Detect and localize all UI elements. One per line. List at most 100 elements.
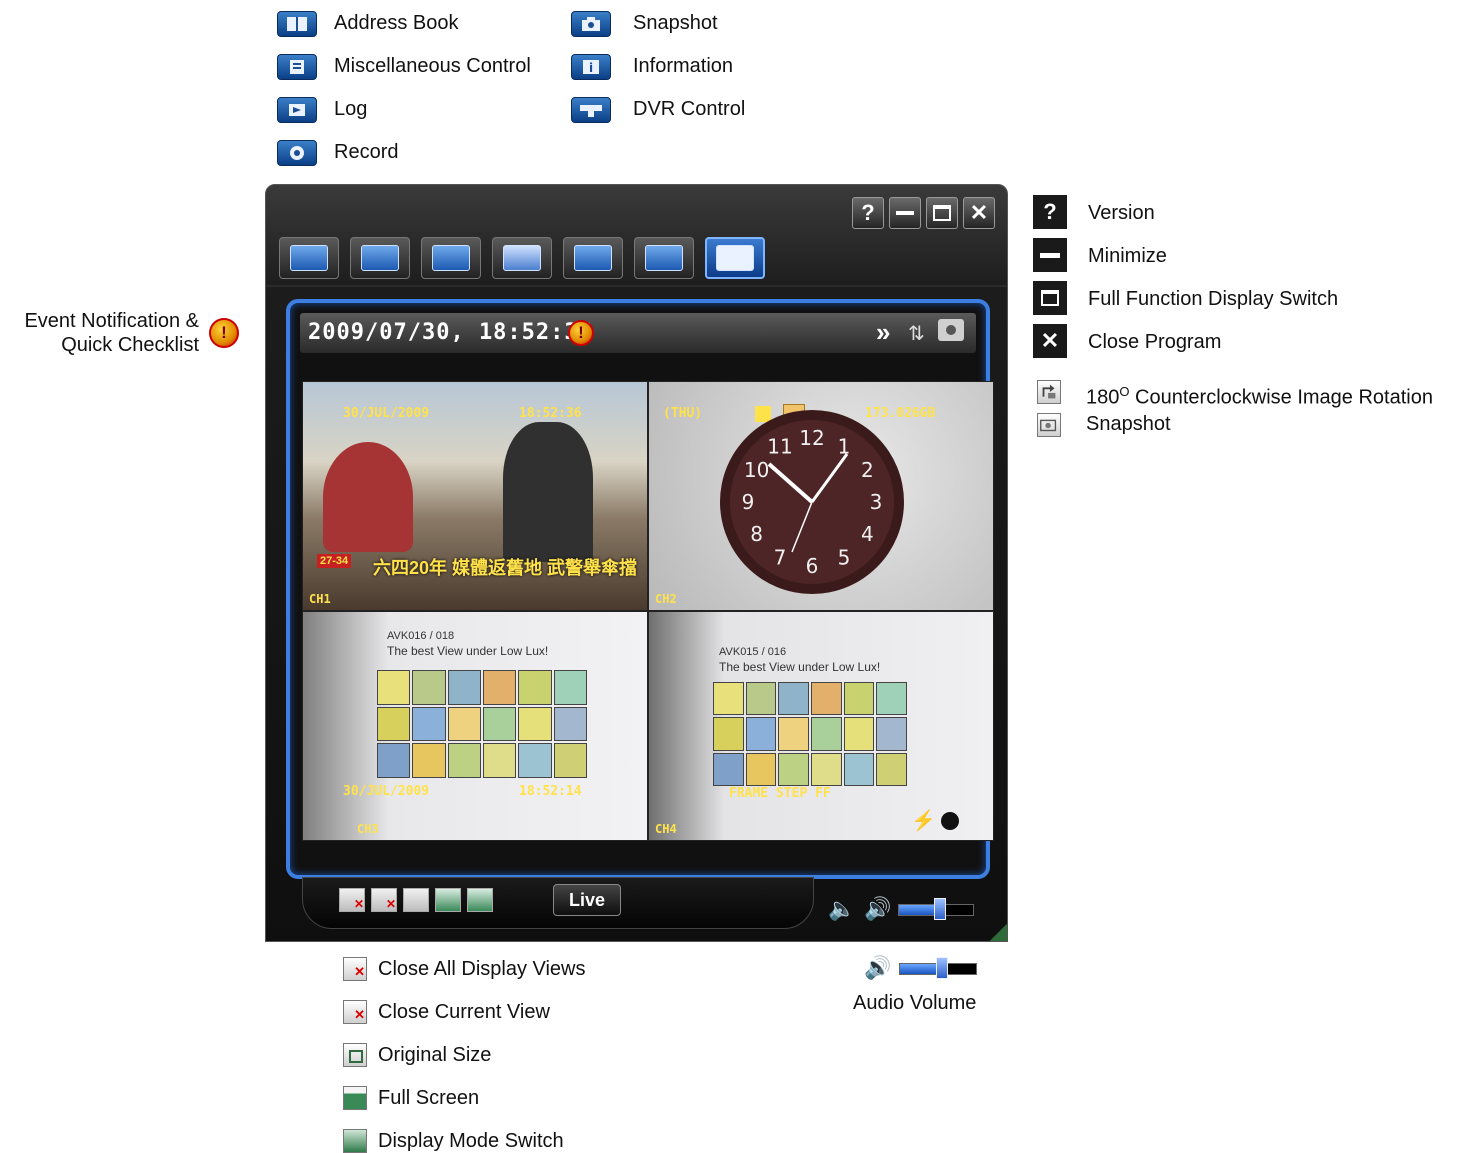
legend-label-address-book: Address Book [334,12,459,34]
color-chart-cell [810,717,842,751]
record-icon [503,245,541,271]
toolbar-information-button[interactable] [634,237,694,279]
color-chart-cell [553,706,587,742]
event-notification-button[interactable]: ! [568,320,594,346]
color-chart-cell [447,670,481,705]
close-all-views-button[interactable]: ✕ [339,888,365,912]
ch4-sign-line2: The best View under Low Lux! [719,660,881,674]
ch1-osd-date: 30/JUL/2009 [343,406,430,421]
dvr-control-icon [716,245,754,271]
ch1-osd-time: 18:52:36 [519,406,582,421]
toolbar-address-book-button[interactable] [279,237,339,279]
ch2-label: CH2 [655,592,677,606]
mute-icon[interactable]: 🔈 [828,896,855,922]
display-mode-switch-button[interactable] [467,888,493,912]
camera-view-ch2[interactable]: (THU) 173.026GB 12 1 2 3 4 5 6 7 8 9 10 11 CH2 [648,381,994,611]
close-all-views-icon: ✕ [343,957,367,981]
rotate-button[interactable]: ⇅ [908,321,925,346]
minimize-button[interactable] [889,197,921,229]
rotation-degree-sup: O [1119,384,1130,399]
ch1-news-badge: 27-34 [317,554,352,568]
color-chart-cell [447,706,481,742]
audio-volume-legend-knob [935,957,948,979]
legend-label-log: Log [334,98,368,120]
legend-label-misc-control: Miscellaneous Control [334,55,531,77]
legend-label-close-all-views: Close All Display Views [378,958,586,980]
color-chart-cell [412,706,446,742]
full-screen-icon [343,1086,367,1110]
address-book-icon [277,11,317,37]
snapshot-button[interactable] [938,319,964,341]
log-icon [432,245,470,271]
close-program-button[interactable]: ✕ [963,197,995,229]
volume-slider[interactable] [898,898,974,920]
color-chart-cell [412,670,446,705]
color-chart-cell [482,706,517,742]
color-chart-cell [745,752,777,786]
legend-label-information: Information [633,55,734,77]
color-chart-cell [843,717,875,751]
record-icon [277,140,317,166]
timestamp: 2009/07/30, 18:52:36 [308,320,593,345]
full-function-switch-button[interactable] [926,197,958,229]
toolbar-dvr-control-button[interactable] [705,237,765,279]
color-chart-cell [876,717,907,751]
clock-numeral: 8 [750,522,763,546]
color-chart-cell [713,682,744,716]
address-book-icon [290,245,328,271]
ch3-osd-time: 18:52:14 [519,784,582,799]
help-button[interactable]: ? [852,197,884,229]
dvr-control-icon [571,97,611,123]
toolbar-record-button[interactable] [492,237,552,279]
legend-label-close-current-view: Close Current View [378,1001,550,1023]
minimize-icon [1033,238,1067,272]
camera-view-ch1[interactable]: 30/JUL/2009 18:52:36 27-34 六四20年 媒體返舊地 武… [302,381,648,611]
rotation-degree: 180 [1086,386,1120,409]
color-chart-cell [553,743,587,778]
ch3-label: CH3 [357,822,379,836]
legend-label-rotation: 180O Counterclockwise Image Rotation [1086,380,1433,410]
color-chart-cell [553,670,587,705]
toolbar-log-button[interactable] [421,237,481,279]
toolbar-snapshot-button[interactable] [563,237,623,279]
live-button[interactable]: Live [553,884,621,916]
miscellaneous-control-icon [277,54,317,80]
color-chart-cell [713,717,744,751]
color-chart-cell [377,743,411,778]
ch4-osd-status: FRAME STEP FF [729,786,831,801]
miscellaneous-control-icon [361,245,399,271]
legend-label-display-mode-switch: Display Mode Switch [378,1130,564,1152]
color-chart-cell [713,752,744,786]
volume-slider-knob[interactable] [933,898,946,920]
audio-volume-icon: 🔊 [864,955,892,980]
color-chart-cell [482,670,517,705]
information-icon [645,245,683,271]
ch1-label: CH1 [309,592,331,606]
camera-view-ch4[interactable]: AVK015 / 016 The best View under Low Lux… [648,611,994,841]
color-chart-cell [482,743,517,778]
clock-numeral: 5 [838,545,851,569]
color-chart-cell [810,752,842,786]
camera-view-ch3[interactable]: AVK016 / 018 The best View under Low Lux… [302,611,648,841]
toolbar-divider [266,285,1007,287]
color-chart-cell [745,682,777,716]
dvr-viewer-window: ? ✕ 2009/07/30, 18:52:36 ! » ⇅ 30/JUL/20… [265,184,1008,942]
legend-label-small-snapshot: Snapshot [1086,413,1171,435]
ch3-sign-line1: AVK016 / 018 [387,630,455,642]
rotation-label-text: Counterclockwise Image Rotation [1129,386,1433,409]
color-chart-cell [518,670,552,705]
ch1-caption: 六四20年 媒體返舊地 武警舉傘擋 [373,558,638,578]
original-size-button[interactable] [403,888,429,912]
clock-numeral: 7 [774,545,787,569]
volume-icon[interactable]: 🔊 [864,896,891,922]
resize-grip[interactable] [966,905,1007,941]
color-chart-cell [745,717,777,751]
full-screen-button[interactable] [435,888,461,912]
color-chart-cell [778,682,809,716]
toolbar-misc-control-button[interactable] [350,237,410,279]
clock-numeral: 4 [861,522,874,546]
clock-numeral: 12 [799,426,824,450]
forward-icon[interactable]: » [876,317,890,348]
full-function-icon [1033,281,1067,315]
close-current-view-button[interactable]: ✕ [371,888,397,912]
